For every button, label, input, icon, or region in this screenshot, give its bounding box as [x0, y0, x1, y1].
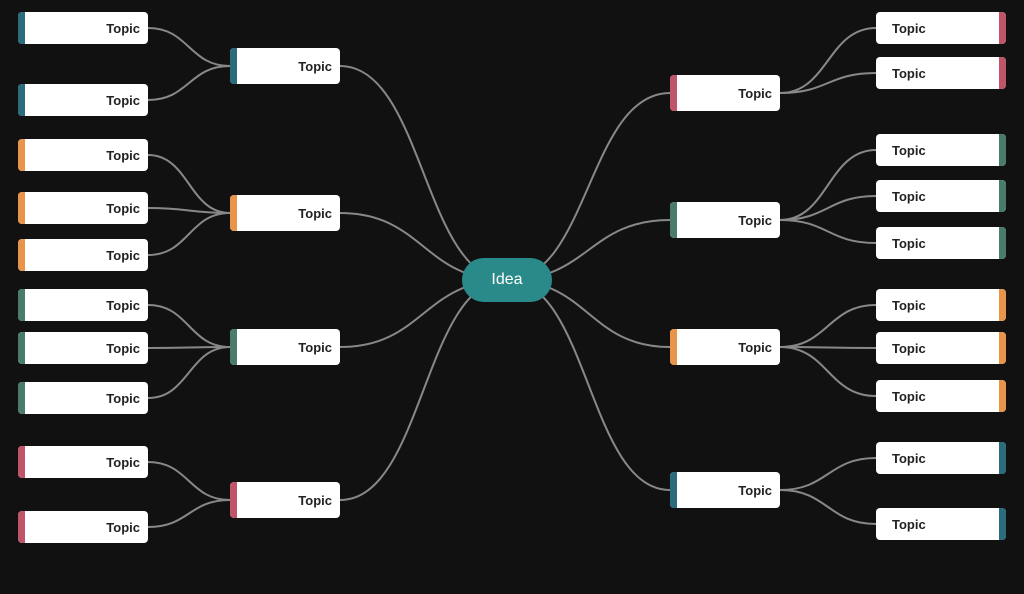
leaf-lr4[interactable]: Topic [876, 180, 1006, 212]
mid-topic-ml1[interactable]: Topic [230, 48, 340, 84]
mid-topic-ml2[interactable]: Topic [230, 195, 340, 231]
leaf-lr5[interactable]: Topic [876, 227, 1006, 259]
leaf-lr9[interactable]: Topic [876, 442, 1006, 474]
leaf-ll10[interactable]: Topic [18, 511, 148, 543]
leaf-lr2[interactable]: Topic [876, 57, 1006, 89]
leaf-ll3[interactable]: Topic [18, 139, 148, 171]
leaf-ll6[interactable]: Topic [18, 289, 148, 321]
leaf-lr8[interactable]: Topic [876, 380, 1006, 412]
mid-topic-mr2[interactable]: Topic [670, 202, 780, 238]
mid-topic-ml4[interactable]: Topic [230, 482, 340, 518]
mid-topic-mr4[interactable]: Topic [670, 472, 780, 508]
leaf-ll1[interactable]: Topic [18, 12, 148, 44]
leaf-ll2[interactable]: Topic [18, 84, 148, 116]
mid-topic-mr3[interactable]: Topic [670, 329, 780, 365]
leaf-ll4[interactable]: Topic [18, 192, 148, 224]
center-node[interactable]: Idea [462, 258, 552, 302]
mind-map: Idea Topic Topic Topic Topic Topic Topic Topic T… [0, 0, 1024, 594]
leaf-lr3[interactable]: Topic [876, 134, 1006, 166]
leaf-ll7[interactable]: Topic [18, 332, 148, 364]
leaf-lr7[interactable]: Topic [876, 332, 1006, 364]
leaf-ll9[interactable]: Topic [18, 446, 148, 478]
leaf-ll5[interactable]: Topic [18, 239, 148, 271]
leaf-lr6[interactable]: Topic [876, 289, 1006, 321]
leaf-lr1[interactable]: Topic [876, 12, 1006, 44]
leaf-lr10[interactable]: Topic [876, 508, 1006, 540]
leaf-ll8[interactable]: Topic [18, 382, 148, 414]
mid-topic-mr1[interactable]: Topic [670, 75, 780, 111]
mid-topic-ml3[interactable]: Topic [230, 329, 340, 365]
